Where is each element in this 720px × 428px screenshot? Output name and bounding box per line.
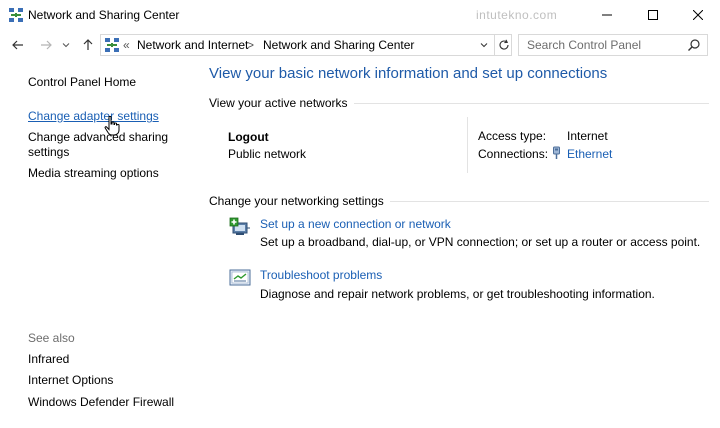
see-also-heading: See also <box>28 331 75 345</box>
troubleshoot-icon[interactable] <box>229 268 251 288</box>
ethernet-icon <box>553 146 560 159</box>
refresh-icon <box>499 39 509 50</box>
see-also-internet-options-link[interactable]: Internet Options <box>28 373 113 387</box>
control-panel-home-link[interactable]: Control Panel Home <box>28 75 136 89</box>
troubleshoot-problems-link[interactable]: Troubleshoot problems <box>260 268 382 282</box>
media-streaming-options-link[interactable]: Media streaming options <box>28 166 159 180</box>
close-icon <box>693 10 703 20</box>
connections-label: Connections: <box>478 147 549 161</box>
see-also-infrared-link[interactable]: Infrared <box>28 352 69 366</box>
up-button[interactable] <box>80 37 96 53</box>
change-advanced-sharing-link-line1[interactable]: Change advanced sharing <box>28 130 168 144</box>
access-type-label: Access type: <box>478 129 547 143</box>
hand-cursor-icon <box>104 116 120 136</box>
chevron-down-icon <box>480 43 488 48</box>
chevron-down-icon <box>62 43 70 48</box>
back-button[interactable] <box>10 37 26 53</box>
search-input[interactable] <box>519 35 685 55</box>
close-button[interactable] <box>676 0 720 30</box>
network-name: Logout <box>228 130 269 144</box>
watermark: intutekno.com <box>476 8 558 22</box>
change-advanced-sharing-link-line2[interactable]: settings <box>28 145 69 159</box>
path-overflow[interactable]: « <box>123 38 130 52</box>
setup-connection-description: Set up a broadband, dial-up, or VPN conn… <box>260 235 701 249</box>
minimize-icon <box>602 14 612 16</box>
setup-connection-link[interactable]: Set up a new connection or network <box>260 217 451 231</box>
troubleshoot-description: Diagnose and repair network problems, or… <box>260 287 655 301</box>
search-icon[interactable] <box>687 38 701 52</box>
breadcrumb-separator[interactable]: > <box>247 38 254 52</box>
maximize-icon <box>648 10 658 20</box>
change-adapter-settings-link[interactable]: Change adapter settings <box>28 109 159 123</box>
active-networks-heading: View your active networks <box>209 96 354 110</box>
page-title: View your basic network information and … <box>209 65 608 82</box>
address-bar[interactable]: « Network and Internet > Network and Sha… <box>100 34 512 56</box>
ethernet-connection-link[interactable]: Ethernet <box>567 147 612 161</box>
access-type-value: Internet <box>567 129 608 143</box>
new-connection-icon[interactable] <box>229 217 251 237</box>
back-arrow-icon <box>12 40 23 50</box>
address-dropdown-button[interactable] <box>475 35 493 55</box>
navigation-bar: « Network and Internet > Network and Sha… <box>0 30 720 60</box>
refresh-button[interactable] <box>494 35 512 55</box>
forward-arrow-icon <box>41 40 52 50</box>
change-settings-heading: Change your networking settings <box>209 194 390 208</box>
window-title: Network and Sharing Center <box>28 8 180 22</box>
minimize-button[interactable] <box>584 0 630 30</box>
network-center-icon <box>9 8 23 22</box>
divider <box>467 117 468 173</box>
search-box[interactable] <box>518 34 708 56</box>
forward-button[interactable] <box>38 37 54 53</box>
network-type[interactable]: Public network <box>228 147 306 161</box>
see-also-firewall-link[interactable]: Windows Defender Firewall <box>28 395 174 409</box>
recent-locations-button[interactable] <box>60 37 72 53</box>
title-bar: Network and Sharing Center intutekno.com <box>0 0 720 30</box>
maximize-button[interactable] <box>630 0 676 30</box>
up-arrow-icon <box>83 39 93 50</box>
breadcrumb-network-and-sharing-center[interactable]: Network and Sharing Center <box>263 38 414 52</box>
breadcrumb-network-and-internet[interactable]: Network and Internet <box>137 38 248 52</box>
control-panel-icon <box>105 38 119 52</box>
